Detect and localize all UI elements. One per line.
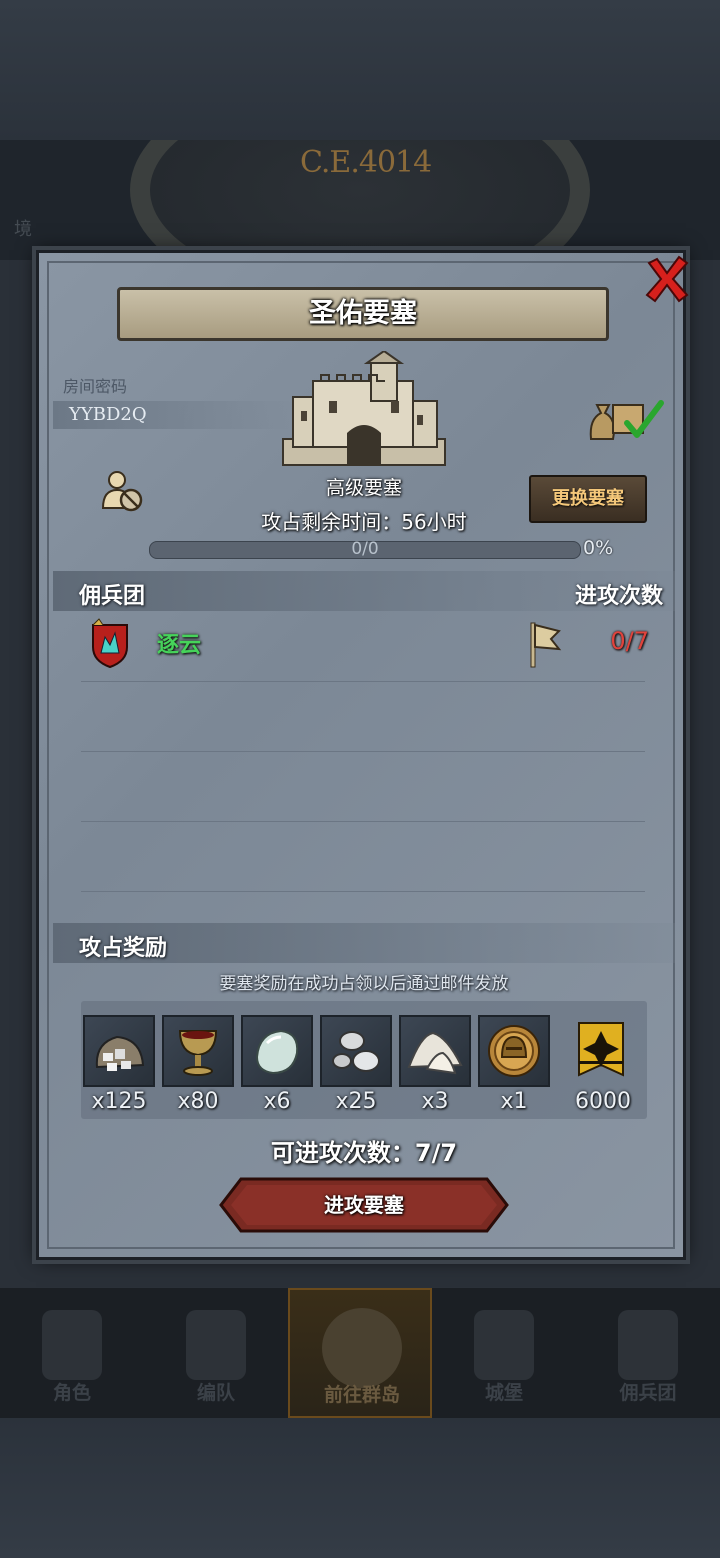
reward-qty: x125 bbox=[91, 1089, 147, 1114]
remaining-time: 攻占剩余时间：56小时 bbox=[261, 510, 467, 534]
bottom-letterbox bbox=[0, 1418, 720, 1558]
guild-attack-count: 0/7 bbox=[610, 627, 649, 655]
nav-item-castle[interactable]: 城堡 bbox=[432, 1288, 576, 1418]
close-button[interactable] bbox=[643, 255, 691, 303]
reward-qty: x3 bbox=[421, 1089, 449, 1114]
nav-item-mercenary[interactable]: 佣兵团 bbox=[576, 1288, 720, 1418]
era-label: C.E.4014 bbox=[300, 145, 432, 180]
castle-icon bbox=[474, 1310, 534, 1380]
guild-banner-icon bbox=[567, 1015, 639, 1087]
progress-percent: 0% bbox=[583, 537, 614, 559]
helmet-icon bbox=[186, 1310, 246, 1380]
capture-progress-bar: 0/0 bbox=[149, 539, 581, 559]
globe-icon bbox=[322, 1308, 402, 1388]
fortress-level: 高级要塞 bbox=[325, 477, 402, 499]
no-person-icon[interactable] bbox=[99, 468, 145, 514]
nav-item-character[interactable]: 角色 bbox=[0, 1288, 144, 1418]
fortress-icon bbox=[282, 351, 446, 466]
rewards-section-title: 攻占奖励 bbox=[79, 936, 168, 961]
reward-qty: 6000 bbox=[575, 1089, 631, 1114]
change-fortress-button[interactable]: 更换要塞 bbox=[529, 475, 647, 523]
progress-text: 0/0 bbox=[351, 539, 379, 559]
reward-item[interactable]: x3 bbox=[399, 1015, 471, 1121]
attack-fortress-label: 进攻要塞 bbox=[324, 1193, 404, 1217]
reward-qty: x80 bbox=[177, 1089, 219, 1114]
goblet-icon bbox=[162, 1015, 234, 1087]
ship-icon bbox=[618, 1310, 678, 1380]
reward-list: x125 x80 x6 x25 x3 x1 6000 bbox=[81, 1001, 647, 1119]
close-icon bbox=[645, 255, 689, 303]
reward-item[interactable]: x25 bbox=[320, 1015, 392, 1121]
mercenary-section-title: 佣兵团 bbox=[79, 584, 146, 609]
row-divider bbox=[81, 821, 645, 822]
silver-ore-icon bbox=[320, 1015, 392, 1087]
nav-label: 城堡 bbox=[484, 1382, 523, 1404]
guild-name: 逐云 bbox=[157, 633, 202, 658]
nav-item-formation[interactable]: 编队 bbox=[144, 1288, 288, 1418]
nav-item-archipelago[interactable]: 前往群岛 bbox=[288, 1288, 432, 1418]
guild-shield-icon bbox=[92, 618, 128, 669]
nav-label: 角色 bbox=[52, 1382, 91, 1404]
fortress-dialog: 圣佑要塞 房间密码 YYBD2Q 高级要塞 攻占剩余时间：56小时 更换要塞 0… bbox=[36, 250, 689, 1260]
mercenary-section-header: 佣兵团 进攻次数 bbox=[53, 571, 675, 611]
row-divider bbox=[81, 891, 645, 892]
storage-check-icon[interactable] bbox=[587, 395, 667, 445]
nav-label: 编队 bbox=[196, 1382, 235, 1404]
dialog-title: 圣佑要塞 bbox=[117, 287, 609, 341]
attacks-left: 可进攻次数：7/7 bbox=[270, 1139, 458, 1167]
flag-icon bbox=[530, 622, 562, 668]
guild-row[interactable]: 逐云 0/7 bbox=[75, 613, 655, 677]
reward-item[interactable]: x80 bbox=[162, 1015, 234, 1121]
reward-qty: x25 bbox=[335, 1089, 377, 1114]
reward-item[interactable]: x1 bbox=[478, 1015, 550, 1121]
background-text: 境 bbox=[14, 219, 32, 240]
reward-item[interactable]: x125 bbox=[83, 1015, 155, 1121]
nav-label: 前往群岛 bbox=[323, 1384, 400, 1406]
salt-pile-icon bbox=[399, 1015, 471, 1087]
room-code-label: 房间密码 bbox=[63, 377, 128, 396]
attack-count-header: 进攻次数 bbox=[574, 584, 663, 609]
rewards-section-header: 攻占奖励 bbox=[53, 923, 675, 963]
reward-item[interactable]: 6000 bbox=[567, 1015, 639, 1121]
gem-stone-icon bbox=[241, 1015, 313, 1087]
row-divider bbox=[81, 681, 645, 682]
row-divider bbox=[81, 751, 645, 752]
top-letterbox bbox=[0, 0, 720, 140]
ore-sack-icon bbox=[83, 1015, 155, 1087]
nav-label: 佣兵团 bbox=[619, 1382, 677, 1404]
reward-item[interactable]: x6 bbox=[241, 1015, 313, 1121]
attack-fortress-button[interactable]: 进攻要塞 bbox=[219, 1177, 509, 1233]
reward-note: 要塞奖励在成功占领以后通过邮件发放 bbox=[219, 974, 509, 994]
knight-helmet-coin-icon bbox=[478, 1015, 550, 1087]
bottom-navigation: 角色 编队 前往群岛 城堡 佣兵团 bbox=[0, 1288, 720, 1418]
reward-qty: x1 bbox=[500, 1089, 528, 1114]
room-code: YYBD2Q bbox=[53, 401, 293, 429]
reward-qty: x6 bbox=[263, 1089, 291, 1114]
knight-icon bbox=[42, 1310, 102, 1380]
